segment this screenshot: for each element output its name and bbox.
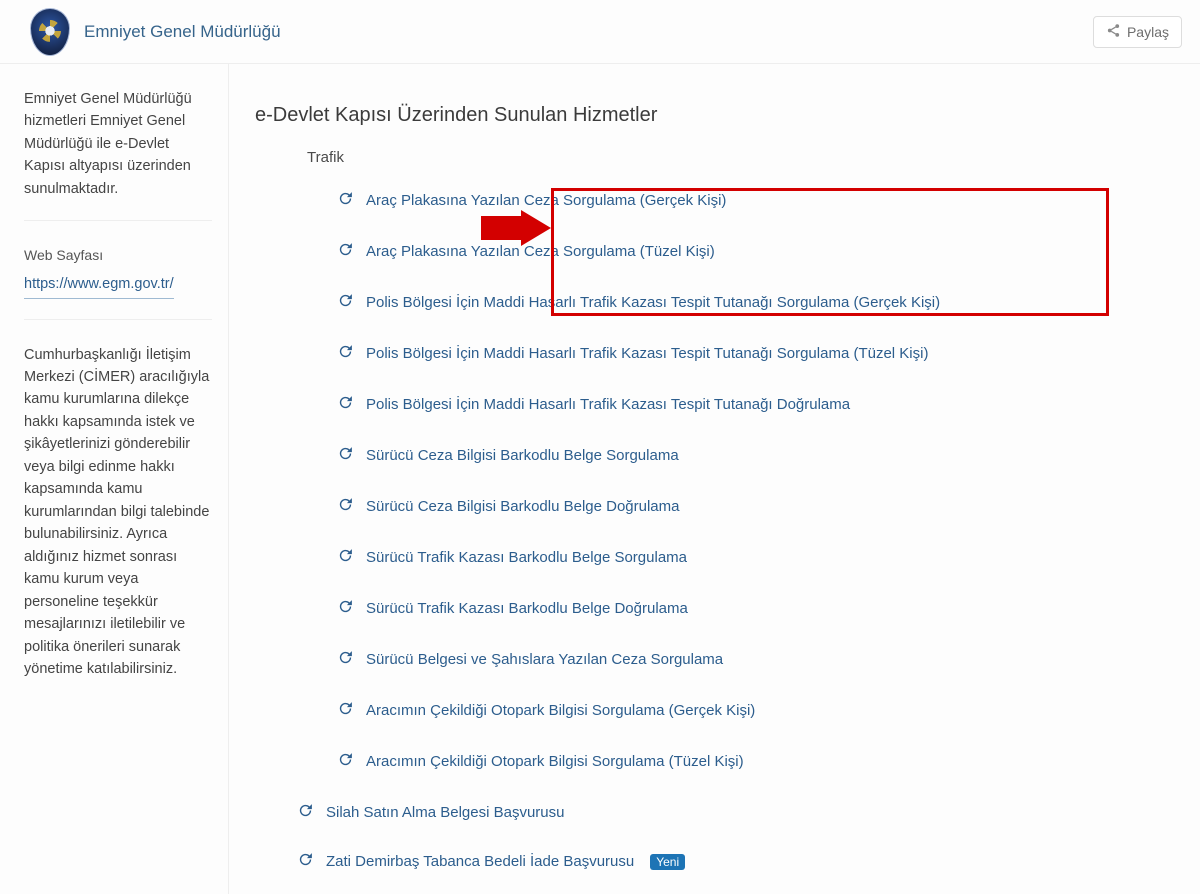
service-link[interactable]: Araç Plakasına Yazılan Ceza Sorgulama (T… bbox=[366, 243, 715, 260]
institution-logo bbox=[30, 8, 70, 56]
service-item: Aracımın Çekildiği Otopark Bilgisi Sorgu… bbox=[337, 694, 1176, 727]
service-item: Silah Satın Alma Belgesi Başvurusu bbox=[297, 796, 1176, 829]
service-link[interactable]: Polis Bölgesi İçin Maddi Hasarlı Trafik … bbox=[366, 294, 940, 311]
service-link[interactable]: Silah Satın Alma Belgesi Başvurusu bbox=[326, 804, 564, 821]
refresh-icon bbox=[337, 496, 354, 517]
page-header: Emniyet Genel Müdürlüğü Paylaş bbox=[0, 0, 1200, 64]
service-item: Polis Bölgesi İçin Maddi Hasarlı Trafik … bbox=[337, 388, 1176, 421]
service-link[interactable]: Zati Demirbaş Tabanca Bedeli İade Başvur… bbox=[326, 853, 634, 870]
sidebar-intro: Emniyet Genel Müdürlüğü hizmetleri Emniy… bbox=[24, 88, 212, 221]
service-link[interactable]: Aracımın Çekildiği Otopark Bilgisi Sorgu… bbox=[366, 702, 755, 719]
refresh-icon bbox=[337, 598, 354, 619]
refresh-icon bbox=[337, 292, 354, 313]
service-link[interactable]: Sürücü Belgesi ve Şahıslara Yazılan Ceza… bbox=[366, 651, 723, 668]
main-content: e-Devlet Kapısı Üzerinden Sunulan Hizmet… bbox=[229, 64, 1200, 894]
share-icon bbox=[1106, 23, 1121, 41]
refresh-icon bbox=[337, 649, 354, 670]
refresh-icon bbox=[337, 751, 354, 772]
service-item: Araç Plakasına Yazılan Ceza Sorgulama (T… bbox=[337, 235, 1176, 268]
header-left: Emniyet Genel Müdürlüğü bbox=[30, 8, 281, 56]
refresh-icon bbox=[337, 394, 354, 415]
refresh-icon bbox=[297, 851, 314, 872]
service-item: Polis Bölgesi İçin Maddi Hasarlı Trafik … bbox=[337, 337, 1176, 370]
new-badge: Yeni bbox=[650, 854, 685, 870]
institution-name: Emniyet Genel Müdürlüğü bbox=[84, 22, 281, 42]
service-link[interactable]: Polis Bölgesi İçin Maddi Hasarlı Trafik … bbox=[366, 396, 850, 413]
service-item: Sürücü Ceza Bilgisi Barkodlu Belge Sorgu… bbox=[337, 439, 1176, 472]
service-item: Sürücü Trafik Kazası Barkodlu Belge Doğr… bbox=[337, 592, 1176, 625]
service-item: Sürücü Trafik Kazası Barkodlu Belge Sorg… bbox=[337, 541, 1176, 574]
share-button[interactable]: Paylaş bbox=[1093, 16, 1182, 48]
service-item: Araç Plakasına Yazılan Ceza Sorgulama (G… bbox=[337, 184, 1176, 217]
service-item: Sürücü Ceza Bilgisi Barkodlu Belge Doğru… bbox=[337, 490, 1176, 523]
refresh-icon bbox=[337, 700, 354, 721]
service-link[interactable]: Sürücü Trafik Kazası Barkodlu Belge Sorg… bbox=[366, 549, 687, 566]
refresh-icon bbox=[297, 802, 314, 823]
sidebar-cimer-text: Cumhurbaşkanlığı İletişim Merkezi (CİMER… bbox=[24, 344, 212, 701]
service-list: Araç Plakasına Yazılan Ceza Sorgulama (G… bbox=[337, 184, 1176, 778]
service-item: Sürücü Belgesi ve Şahıslara Yazılan Ceza… bbox=[337, 643, 1176, 676]
service-link[interactable]: Aracımın Çekildiği Otopark Bilgisi Sorgu… bbox=[366, 753, 744, 770]
service-item: Polis Bölgesi İçin Maddi Hasarlı Trafik … bbox=[337, 286, 1176, 319]
refresh-icon bbox=[337, 343, 354, 364]
web-label: Web Sayfası bbox=[24, 245, 212, 267]
service-link[interactable]: Polis Bölgesi İçin Maddi Hasarlı Trafik … bbox=[366, 345, 928, 362]
service-link[interactable]: Sürücü Trafik Kazası Barkodlu Belge Doğr… bbox=[366, 600, 688, 617]
sidebar: Emniyet Genel Müdürlüğü hizmetleri Emniy… bbox=[0, 64, 229, 894]
service-link[interactable]: Sürücü Ceza Bilgisi Barkodlu Belge Doğru… bbox=[366, 498, 680, 515]
institution-website-link[interactable]: https://www.egm.gov.tr/ bbox=[24, 273, 174, 298]
service-item: Zati Demirbaş Tabanca Bedeli İade Başvur… bbox=[297, 845, 1176, 878]
refresh-icon bbox=[337, 547, 354, 568]
page-title: e-Devlet Kapısı Üzerinden Sunulan Hizmet… bbox=[255, 104, 1176, 127]
extra-service-list: Silah Satın Alma Belgesi Başvurusu Zati D… bbox=[297, 796, 1176, 878]
refresh-icon bbox=[337, 445, 354, 466]
section-title: Trafik bbox=[307, 149, 1176, 166]
service-link[interactable]: Sürücü Ceza Bilgisi Barkodlu Belge Sorgu… bbox=[366, 447, 679, 464]
service-link[interactable]: Araç Plakasına Yazılan Ceza Sorgulama (G… bbox=[366, 192, 726, 209]
share-label: Paylaş bbox=[1127, 24, 1169, 40]
service-item: Aracımın Çekildiği Otopark Bilgisi Sorgu… bbox=[337, 745, 1176, 778]
refresh-icon bbox=[337, 241, 354, 262]
refresh-icon bbox=[337, 190, 354, 211]
